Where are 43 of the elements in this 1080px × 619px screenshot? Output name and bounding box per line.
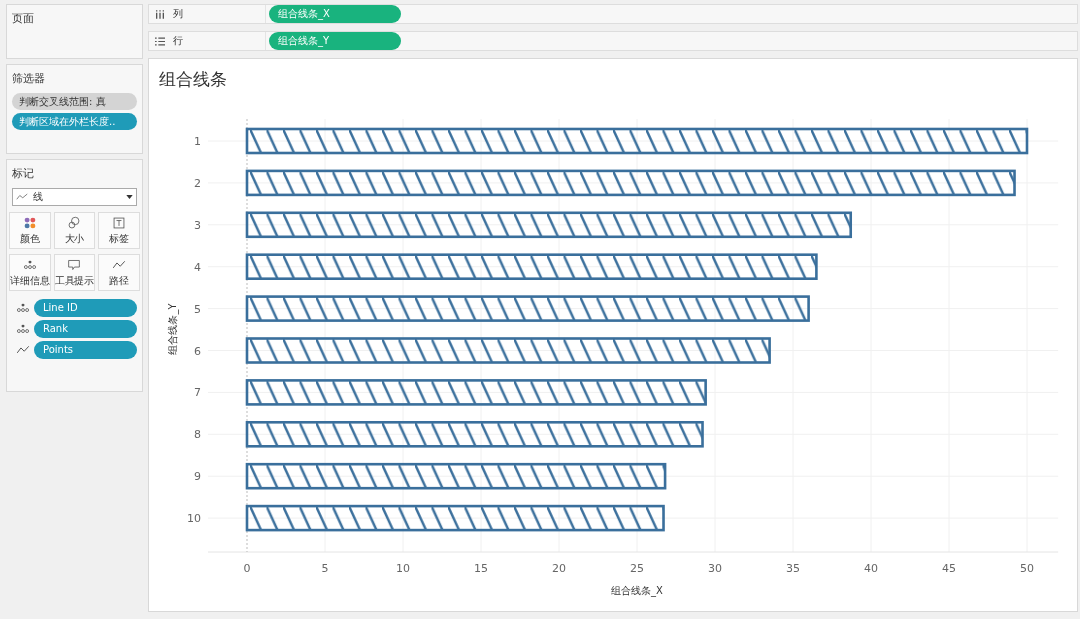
axis-tick-label: 10 [396, 562, 410, 575]
panel-title: 筛选器 [12, 71, 46, 86]
axis-tick-label: 4 [194, 260, 201, 274]
mark-card-button[interactable]: 工具提示 [53, 254, 96, 291]
chart-title: 组合线条 [158, 68, 228, 88]
text-box-icon [112, 215, 127, 230]
axis-title: 组合线条_Y [167, 303, 178, 355]
line-chart-icon [16, 193, 28, 201]
axis-tick-label: 40 [864, 562, 878, 575]
caret-icon [126, 195, 133, 199]
axis-tick-label: 0 [243, 562, 251, 575]
mark-card-button[interactable]: 标签 [98, 212, 140, 249]
axis-title: 组合线条_X [611, 585, 663, 596]
mark-card-button[interactable]: 颜色 [9, 212, 51, 249]
circles-icon [67, 215, 82, 230]
axis-tick-label: 2 [194, 176, 201, 190]
axis-tick-label: 5 [321, 562, 329, 575]
axis-tick-label: 6 [194, 344, 201, 358]
axis-tick-label: 25 [630, 562, 644, 575]
mark-card-button[interactable]: 路径 [98, 254, 140, 291]
mark-card-button[interactable]: 大小 [53, 212, 96, 249]
axis-tick-label: 10 [187, 512, 201, 526]
axis-tick-label: 8 [194, 428, 201, 442]
axis-tick-label: 5 [194, 302, 201, 316]
axis-tick-label: 9 [194, 470, 201, 484]
speech-bubble-icon [67, 257, 82, 272]
mark-card-button[interactable]: 详细信息 [9, 254, 51, 291]
axis-tick-label: 50 [1020, 562, 1034, 575]
axis-tick-label: 30 [708, 562, 722, 575]
panel-title: 页面 [12, 11, 35, 26]
axis-tick-label: 7 [194, 386, 201, 400]
axis-tick-label: 45 [942, 562, 956, 575]
dots-icon [16, 322, 30, 336]
filter-pill[interactable]: 判断交叉线范围: 真 [12, 93, 137, 110]
axis-tick-label: 35 [786, 562, 800, 575]
dots-icon [16, 301, 30, 315]
axis-tick-label: 3 [194, 218, 201, 232]
axis-tick-label: 1 [194, 135, 201, 148]
color-dots-icon [22, 215, 37, 230]
axis-tick-label: 15 [474, 562, 488, 575]
axis-tick-label: 20 [552, 562, 566, 575]
panel-title: 标记 [12, 166, 35, 181]
mark-type-dropdown[interactable]: 线 [12, 188, 137, 206]
